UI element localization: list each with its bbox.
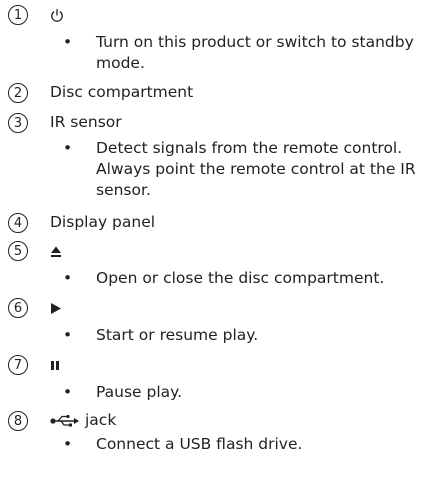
item-title bbox=[50, 8, 64, 23]
list-item-eject: 5 • Open or close the disc compartment. bbox=[8, 238, 442, 289]
power-icon bbox=[50, 8, 64, 23]
bullet: • bbox=[63, 139, 73, 157]
list-item-disc-compartment: 2 Disc compartment bbox=[8, 80, 442, 106]
bullet: • bbox=[63, 383, 73, 401]
description-text: Pause play. bbox=[96, 383, 183, 401]
description-text: Turn on this product or switch to standb… bbox=[96, 33, 414, 72]
item-title: Disc compartment bbox=[50, 83, 194, 102]
item-number: 4 bbox=[8, 213, 28, 233]
item-number: 8 bbox=[8, 411, 28, 431]
bullet: • bbox=[63, 435, 73, 453]
item-number: 3 bbox=[8, 113, 28, 133]
list-item-play: 6 • Start or resume play. bbox=[8, 295, 442, 346]
bullet: • bbox=[63, 326, 73, 344]
item-title: IR sensor bbox=[50, 113, 122, 132]
list-item-power: 1 • Turn on this product or switch to st… bbox=[8, 2, 442, 74]
pause-icon bbox=[50, 360, 60, 371]
item-number: 1 bbox=[8, 5, 28, 25]
item-number: 6 bbox=[8, 298, 28, 318]
item-description: • Open or close the disc compartment. bbox=[8, 268, 432, 289]
eject-icon bbox=[50, 245, 62, 258]
item-description: • Start or resume play. bbox=[8, 325, 432, 346]
description-text: Start or resume play. bbox=[96, 326, 259, 344]
description-text: Open or close the disc compartment. bbox=[96, 269, 385, 287]
item-number: 5 bbox=[8, 241, 28, 261]
item-title: Display panel bbox=[50, 213, 156, 232]
item-title bbox=[50, 245, 62, 258]
list-item-usb-jack: 8 jack • Connect a USB flash drive. bbox=[8, 408, 442, 455]
list-item-pause: 7 • Pause play. bbox=[8, 352, 442, 403]
item-title: jack bbox=[50, 413, 116, 429]
bullet: • bbox=[63, 33, 73, 51]
item-number: 7 bbox=[8, 355, 28, 375]
item-description: • Connect a USB flash drive. bbox=[8, 434, 432, 455]
item-title bbox=[50, 302, 62, 315]
usb-icon bbox=[50, 414, 80, 428]
bullet: • bbox=[63, 269, 73, 287]
item-description: • Detect signals from the remote control… bbox=[8, 138, 432, 201]
control-descriptions: 1 • Turn on this product or switch to st… bbox=[0, 0, 442, 455]
item-description: • Pause play. bbox=[8, 382, 432, 403]
list-item-ir-sensor: 3 IR sensor • Detect signals from the re… bbox=[8, 110, 442, 201]
item-number: 2 bbox=[8, 83, 28, 103]
list-item-display-panel: 4 Display panel bbox=[8, 210, 442, 236]
item-description: • Turn on this product or switch to stan… bbox=[8, 32, 432, 74]
description-text: Detect signals from the remote control. … bbox=[96, 139, 416, 199]
play-icon bbox=[50, 302, 62, 315]
description-text: Connect a USB flash drive. bbox=[96, 435, 303, 453]
item-title bbox=[50, 360, 60, 371]
item-title-text: jack bbox=[85, 411, 117, 430]
